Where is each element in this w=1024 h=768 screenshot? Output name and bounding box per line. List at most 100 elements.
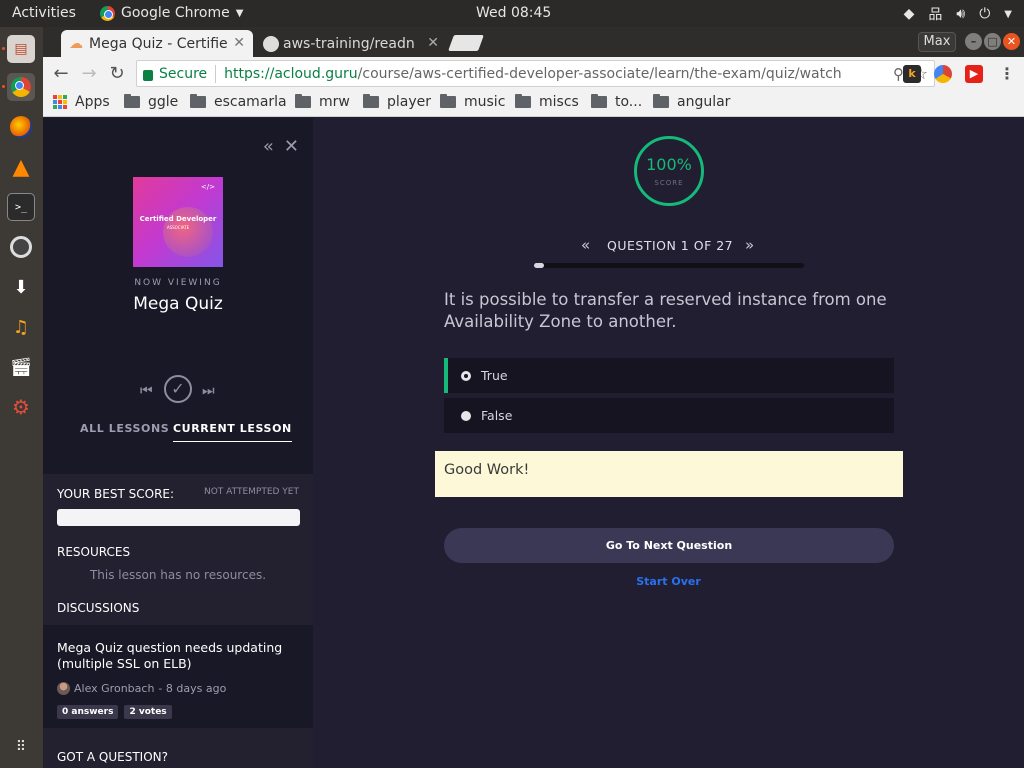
forward-button[interactable]: → — [78, 63, 100, 85]
tab-current-lesson[interactable]: CURRENT LESSON — [173, 422, 292, 442]
profile-button[interactable]: Max — [918, 32, 956, 52]
lesson-controls: ⏮ ✓ ⏭ — [140, 375, 220, 405]
power-icon[interactable]: ⏻ — [979, 6, 990, 22]
now-viewing-label: NOW VIEWING — [134, 278, 222, 288]
answer-label: True — [481, 368, 508, 383]
software-updater-icon[interactable] — [7, 233, 35, 261]
previous-lesson-icon[interactable]: ⏮ — [140, 383, 153, 399]
collapse-sidebar-icon[interactable]: « — [263, 136, 274, 157]
folder-icon — [190, 94, 206, 108]
quiz-progress-bar — [534, 263, 804, 268]
files-icon[interactable]: ▤ — [7, 35, 35, 63]
discussion-meta: Alex Gronbach - 8 days ago — [57, 682, 226, 695]
score-ring: 100% SCORE — [634, 136, 704, 206]
extension-youtube-icon[interactable]: ▶ — [965, 65, 983, 83]
show-apps-icon[interactable]: ⠿ — [7, 733, 35, 761]
bookmark-label: angular — [677, 94, 731, 110]
bookmark-folder[interactable]: player — [363, 94, 431, 110]
folder-icon — [440, 94, 456, 108]
close-window-button[interactable]: ✕ — [1003, 33, 1020, 50]
network-icon[interactable]: 品 — [928, 4, 942, 24]
tab-all-lessons[interactable]: ALL LESSONS — [80, 422, 169, 435]
bookmark-folder[interactable]: miscs — [515, 94, 579, 110]
back-button[interactable]: ← — [50, 63, 72, 85]
course-thumbnail: </> Certified Developer ASSOCIATE — [133, 177, 223, 267]
previous-question-icon[interactable]: « — [581, 236, 590, 254]
thumbnail-subtitle: ASSOCIATE — [166, 225, 190, 230]
close-tab-icon[interactable]: ✕ — [427, 35, 439, 51]
discussion-title[interactable]: Mega Quiz question needs updating (multi… — [57, 640, 297, 672]
radio-selected-icon[interactable] — [461, 370, 471, 381]
bookmark-folder[interactable]: to... — [591, 94, 642, 110]
bookmark-label: to... — [615, 94, 643, 110]
bookmark-folder[interactable]: escamarla — [190, 94, 287, 110]
score-label: SCORE — [654, 179, 684, 187]
course-sidebar: « ✕ </> Certified Developer ASSOCIATE NO… — [43, 118, 313, 768]
bookmark-apps[interactable]: Apps — [53, 94, 110, 110]
next-question-button[interactable]: Go To Next Question — [444, 528, 894, 563]
settings-icon[interactable]: ⚙ — [7, 393, 35, 421]
radio-icon[interactable] — [461, 410, 471, 421]
address-bar[interactable]: Secure https://acloud.guru/course/aws-ce… — [136, 60, 935, 87]
chevron-down-icon: ▼ — [235, 7, 244, 19]
volume-icon[interactable]: 🔊︎ — [956, 6, 965, 22]
activities-button[interactable]: Activities — [12, 5, 76, 21]
reload-button[interactable]: ↻ — [106, 63, 128, 85]
question-navigation: « QUESTION 1 OF 27 » — [313, 236, 1024, 256]
folder-icon — [653, 94, 669, 108]
installer-icon[interactable]: ⬇ — [7, 273, 35, 301]
maximize-button[interactable]: □ — [984, 33, 1001, 50]
next-lesson-icon[interactable]: ⏭ — [202, 383, 215, 399]
best-score-bar — [57, 509, 300, 526]
answer-option-false[interactable]: False — [444, 398, 894, 433]
tab-title: Mega Quiz - Certifie — [89, 35, 228, 52]
video-editor-icon[interactable]: 🎬︎ — [7, 353, 35, 381]
close-icon[interactable]: ✕ — [284, 136, 299, 157]
discussion-author[interactable]: Alex Gronbach — [74, 682, 154, 695]
divider — [215, 64, 217, 83]
folder-icon — [124, 94, 140, 108]
answer-label: False — [481, 408, 513, 423]
complete-check-icon[interactable]: ✓ — [164, 375, 192, 403]
url-path: /course/aws-certified-developer-associat… — [357, 65, 842, 82]
vlc-icon[interactable]: ▲ — [7, 153, 35, 181]
dropbox-icon[interactable]: ◆ — [904, 6, 915, 22]
tab-title: aws-training/readn — [283, 35, 415, 52]
discussion-item[interactable]: Mega Quiz question needs updating (multi… — [43, 625, 313, 728]
bookmark-folder[interactable]: music — [440, 94, 505, 110]
start-over-link[interactable]: Start Over — [313, 575, 1024, 588]
answer-option-true[interactable]: True — [444, 358, 894, 393]
chevron-down-icon[interactable]: ▼ — [1004, 9, 1012, 20]
clock[interactable]: Wed 08:45 — [476, 5, 551, 21]
bookmark-folder[interactable]: mrw — [295, 94, 350, 110]
new-tab-button[interactable] — [448, 35, 484, 51]
extension-k-icon[interactable]: k — [903, 65, 921, 83]
bookmark-folder[interactable]: ggle — [124, 94, 178, 110]
folder-icon — [363, 94, 379, 108]
folder-icon — [515, 94, 531, 108]
extension-color-icon[interactable] — [934, 65, 952, 83]
terminal-icon[interactable]: >_ — [7, 193, 35, 221]
firefox-icon[interactable] — [7, 113, 35, 141]
app-menu[interactable]: Google Chrome ▼ — [100, 5, 243, 21]
headphones-icon[interactable]: ♫ — [7, 313, 35, 341]
bookmark-label: player — [387, 94, 432, 110]
score-value: 100% — [646, 155, 692, 174]
system-tray[interactable]: ◆ 品 🔊︎ ⏻ ▼ — [904, 4, 1012, 24]
next-question-icon[interactable]: » — [745, 236, 754, 254]
resources-heading: RESOURCES — [57, 545, 131, 559]
close-tab-icon[interactable]: ✕ — [233, 35, 245, 51]
answers-badge: 0 answers — [57, 705, 119, 719]
lesson-details-panel: YOUR BEST SCORE: NOT ATTEMPTED YET RESOU… — [43, 474, 313, 768]
tab-mega-quiz[interactable]: ☁ Mega Quiz - Certifie ✕ — [61, 30, 253, 57]
quiz-progress-fill — [534, 263, 544, 268]
chrome-launcher-icon[interactable] — [7, 73, 35, 101]
tab-aws-training[interactable]: aws-training/readn ✕ — [255, 30, 447, 57]
bookmark-label: Apps — [75, 94, 110, 110]
menu-kebab-icon[interactable]: ⋮ — [998, 65, 1016, 83]
system-top-bar: Activities Google Chrome ▼ Wed 08:45 ◆ 品… — [0, 0, 1024, 27]
feedback-message: Good Work! — [435, 451, 903, 497]
folder-icon — [591, 94, 607, 108]
minimize-button[interactable]: – — [965, 33, 982, 50]
bookmark-folder[interactable]: angular — [653, 94, 730, 110]
